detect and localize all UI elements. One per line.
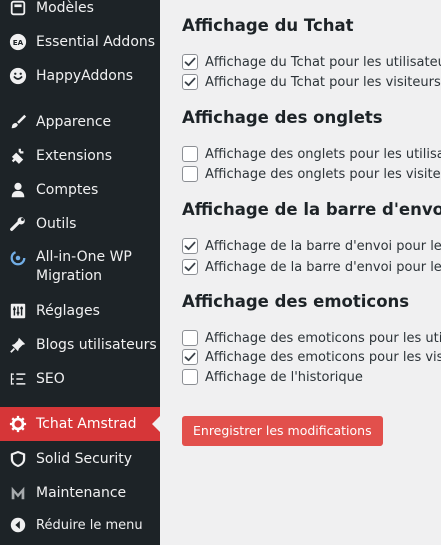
option-label: Affichage des onglets pour les visiteurs (205, 166, 441, 182)
checkmark-icon (184, 57, 196, 67)
sidebar-item-label: Modèles (36, 0, 94, 16)
seo-icon (8, 369, 28, 389)
happyaddons-icon (8, 66, 28, 86)
sidebar-item-label: HappyAddons (36, 67, 134, 84)
sidebar-item-label: Comptes (36, 181, 99, 198)
admin-sidebar: Modèles EA Essential Addons HappyAddons … (0, 0, 160, 545)
checkbox[interactable] (182, 330, 198, 346)
sidebar-item-label: Solid Security (36, 450, 133, 467)
option-barre-utilisateurs[interactable]: Affichage de la barre d'envoi pour les u… (182, 237, 441, 255)
sidebar-item-extensions[interactable]: Extensions (0, 139, 160, 173)
wrench-icon (8, 214, 28, 234)
sidebar-item-label: Tchat Amstrad (36, 415, 137, 432)
sidebar-item-all-in-one-wp-migration[interactable]: All-in-One WP Migration (0, 246, 160, 288)
sidebar-item-label: Extensions (36, 147, 113, 164)
sidebar-item-outils[interactable]: Outils (0, 207, 160, 241)
checkbox[interactable] (182, 146, 198, 162)
checkmark-icon (184, 241, 196, 251)
sidebar-item-solid-security[interactable]: Solid Security (0, 442, 160, 476)
collapse-menu-button[interactable]: Réduire le menu (0, 508, 160, 542)
option-label: Affichage du Tchat pour les utilisateurs (205, 54, 441, 70)
sidebar-item-comptes[interactable]: Comptes (0, 173, 160, 207)
checkbox[interactable] (182, 259, 198, 275)
migration-icon (8, 248, 28, 268)
sidebar-item-tchat-amstrad[interactable]: Tchat Amstrad (0, 407, 160, 441)
option-label: Affichage des onglets pour les utilisate… (205, 146, 441, 162)
collapse-icon (8, 515, 28, 535)
checkmark-icon (184, 77, 196, 87)
option-tchat-utilisateurs[interactable]: Affichage du Tchat pour les utilisateurs (182, 53, 441, 71)
save-button[interactable]: Enregistrer les modifications (182, 416, 383, 446)
svg-text:EA: EA (13, 38, 24, 47)
checkbox[interactable] (182, 166, 198, 182)
sidebar-item-label: Réglages (36, 302, 100, 319)
option-onglets-visiteurs[interactable]: Affichage des onglets pour les visiteurs (182, 165, 441, 183)
sidebar-item-blogs-utilisateurs[interactable]: Blogs utilisateurs (0, 328, 160, 362)
sidebar-item-label-line1: All-in-One WP (36, 249, 132, 265)
option-label: Affichage des emoticons pour les utilisa… (205, 330, 441, 346)
sidebar-item-label: Maintenance (36, 484, 127, 501)
gear-icon (8, 414, 28, 434)
checkbox[interactable] (182, 54, 198, 70)
option-barre-visiteurs[interactable]: Affichage de la barre d'envoi pour les v… (182, 258, 441, 276)
settings-panel: Affichage du Tchat Affichage du Tchat po… (160, 0, 441, 545)
sidebar-item-label-line2: Migration (36, 268, 103, 284)
sidebar-item-label: Réduire le menu (36, 517, 143, 533)
sidebar-item-maintenance[interactable]: Maintenance (0, 476, 160, 510)
option-label: Affichage du Tchat pour les visiteurs (205, 74, 441, 90)
section-title-barre-envoi: Affichage de la barre d'envoi (182, 200, 441, 219)
sidebar-item-label: Blogs utilisateurs (36, 336, 157, 353)
checkbox[interactable] (182, 349, 198, 365)
checkmark-icon (184, 262, 196, 272)
pin-icon (8, 335, 28, 355)
sidebar-item-reglages[interactable]: Réglages (0, 294, 160, 328)
option-onglets-utilisateurs[interactable]: Affichage des onglets pour les utilisate… (182, 145, 441, 163)
sidebar-item-label: Apparence (36, 113, 112, 130)
checkbox[interactable] (182, 74, 198, 90)
option-label: Affichage de l'historique (205, 369, 363, 385)
admin-screen: Modèles EA Essential Addons HappyAddons … (0, 0, 441, 545)
sidebar-item-happyaddons[interactable]: HappyAddons (0, 59, 160, 93)
sidebar-item-label: SEO (36, 370, 65, 387)
checkmark-icon (184, 352, 196, 362)
option-label: Affichage des emoticons pour les visiteu… (205, 349, 441, 365)
option-label: Affichage de la barre d'envoi pour les u… (205, 238, 441, 254)
option-tchat-visiteurs[interactable]: Affichage du Tchat pour les visiteurs (182, 73, 441, 91)
sidebar-item-essential-addons[interactable]: EA Essential Addons (0, 25, 160, 59)
checkbox[interactable] (182, 369, 198, 385)
section-title-onglets: Affichage des onglets (182, 108, 383, 127)
sidebar-item-seo[interactable]: SEO (0, 362, 160, 396)
settings-sliders-icon (8, 301, 28, 321)
section-title-emoticons: Affichage des emoticons (182, 292, 410, 311)
sidebar-item-label: Essential Addons (36, 33, 156, 50)
option-label: Affichage de la barre d'envoi pour les v… (205, 259, 441, 275)
section-title-tchat: Affichage du Tchat (182, 16, 354, 35)
option-emoticons-utilisateurs[interactable]: Affichage des emoticons pour les utilisa… (182, 329, 441, 347)
sidebar-item-apparence[interactable]: Apparence (0, 105, 160, 139)
option-emoticons-visiteurs[interactable]: Affichage des emoticons pour les visiteu… (182, 348, 441, 366)
plugin-icon (8, 146, 28, 166)
essential-addons-icon: EA (8, 32, 28, 52)
shield-icon (8, 449, 28, 469)
user-icon (8, 180, 28, 200)
paintbrush-icon (8, 112, 28, 132)
sidebar-item-modeles[interactable]: Modèles (0, 0, 160, 25)
maintenance-m-icon (8, 483, 28, 503)
option-historique[interactable]: Affichage de l'historique (182, 368, 363, 386)
sidebar-item-label: All-in-One WP Migration (36, 248, 132, 286)
sidebar-item-label: Outils (36, 215, 77, 232)
checkbox[interactable] (182, 238, 198, 254)
templates-icon (8, 0, 28, 18)
